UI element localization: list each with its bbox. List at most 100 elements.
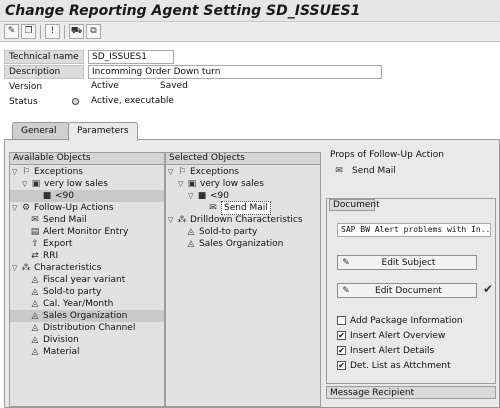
- tab-general[interactable]: General: [12, 122, 70, 140]
- tab-document[interactable]: Document: [329, 199, 380, 211]
- tree-node[interactable]: ▽ ⚐ Exceptions: [12, 166, 83, 178]
- tree-node[interactable]: ▽ ▣ very low sales: [178, 178, 264, 190]
- subject-field[interactable]: SAP BW Alert problems with In...: [337, 223, 491, 237]
- tree-node[interactable]: ◬ Division: [30, 334, 79, 346]
- tree-node[interactable]: ▤ Alert Monitor Entry: [30, 226, 129, 238]
- collapse-icon[interactable]: ▽: [178, 178, 187, 190]
- application-toolbar: ✎ ❐ ! ⛟ ⧉: [0, 22, 500, 42]
- copy-icon[interactable]: ❐: [21, 24, 36, 39]
- insert-alert-overview-checkbox[interactable]: ✔ Insert Alert Overview: [337, 330, 445, 341]
- tree-node[interactable]: ▽ ⁂ Drilldown Characteristics: [168, 214, 303, 226]
- tree-node[interactable]: ✉ Send Mail: [208, 201, 271, 215]
- checkbox-label: Det. List as Attchment: [350, 360, 451, 371]
- description-label: Description: [4, 65, 84, 79]
- insert-alert-details-checkbox[interactable]: ✔ Insert Alert Details: [337, 345, 434, 356]
- technical-name-field[interactable]: SD_ISSUES1: [88, 50, 174, 64]
- window-title: Change Reporting Agent Setting SD_ISSUES…: [0, 0, 500, 22]
- characteristic-icon: ◬: [31, 323, 39, 333]
- edit-document-label: Edit Document: [375, 285, 442, 296]
- send-mail-icon: ✉: [335, 166, 343, 176]
- characteristic-icon: ◬: [31, 311, 39, 321]
- edit-document-button[interactable]: ✎ Edit Document: [337, 283, 477, 298]
- checkbox-box[interactable]: [337, 316, 346, 325]
- characteristic-icon: ◬: [187, 227, 195, 237]
- props-action: ✉ Send Mail: [334, 166, 396, 176]
- tree-node-label: Sales Organization: [199, 239, 284, 249]
- collapse-icon[interactable]: ▽: [12, 262, 21, 274]
- checkbox-label: Insert Alert Overview: [350, 330, 446, 341]
- tree-node[interactable]: ⇪ Export: [30, 238, 72, 250]
- tree-node[interactable]: ⇄ RRI: [30, 250, 58, 262]
- collapse-icon[interactable]: ▽: [12, 166, 21, 178]
- tree-node-label: Export: [43, 239, 73, 249]
- collapse-icon[interactable]: ▽: [22, 178, 31, 190]
- version-value: Active: [91, 81, 119, 91]
- checkbox-box[interactable]: ✔: [337, 361, 346, 370]
- checkbox-box[interactable]: ✔: [337, 331, 346, 340]
- tree-node-label: Exceptions: [190, 167, 239, 177]
- add-package-info-checkbox[interactable]: Add Package Information: [337, 315, 463, 326]
- tree-node[interactable]: ◬ Sales Organization: [10, 310, 164, 322]
- props-action-label: Send Mail: [352, 166, 396, 176]
- exception-icon: ▣: [31, 179, 41, 189]
- tree-node[interactable]: ■ <90: [10, 190, 164, 202]
- available-objects-box: Available Objects ▽ ⚐ Exceptions ▽ ▣ ver…: [9, 152, 165, 407]
- tree-node[interactable]: ◬ Sold-to party: [30, 286, 102, 298]
- tree-node[interactable]: ◬ Fiscal year variant: [30, 274, 126, 286]
- tree-node-label: very low sales: [44, 179, 108, 189]
- transport-icon[interactable]: ⛟: [69, 24, 84, 39]
- det-list-attachment-checkbox[interactable]: ✔ Det. List as Attchment: [337, 360, 451, 371]
- document-box: Document SAP BW Alert problems with In..…: [326, 198, 496, 384]
- activate-icon[interactable]: !: [45, 24, 60, 39]
- followup-actions-icon: ⚙: [21, 203, 31, 213]
- edit-subject-button[interactable]: ✎ Edit Subject: [337, 255, 477, 270]
- checkbox-box[interactable]: ✔: [337, 346, 346, 355]
- characteristic-icon: ◬: [31, 275, 39, 285]
- rri-icon: ⇄: [31, 251, 39, 261]
- where-used-icon[interactable]: ⧉: [86, 24, 101, 39]
- tree-node[interactable]: ◬ Material: [30, 346, 80, 358]
- tree-node-label: Distribution Channel: [43, 323, 136, 333]
- tree-node-label: Material: [43, 347, 80, 357]
- tree-node-label: Follow-Up Actions: [34, 203, 114, 213]
- tree-node-label: Sales Organization: [43, 311, 128, 321]
- tab-parameters[interactable]: Parameters: [68, 122, 138, 141]
- props-title: Props of Follow-Up Action: [330, 150, 444, 160]
- tree-node[interactable]: ▽ ▣ very low sales: [22, 178, 108, 190]
- collapse-icon[interactable]: ▽: [12, 202, 21, 214]
- tree-node[interactable]: ▽ ⚐ Exceptions: [168, 166, 239, 178]
- tree-node[interactable]: ▽ ⁂ Characteristics: [12, 262, 101, 274]
- tab-message-recipient[interactable]: Message Recipient: [326, 386, 496, 399]
- selected-objects-box: Selected Objects ▽ ⚐ Exceptions ▽ ▣ very…: [165, 152, 321, 407]
- collapse-icon[interactable]: ▽: [188, 190, 197, 202]
- status-dot-icon: [72, 98, 79, 105]
- display-change-icon[interactable]: ✎: [4, 24, 19, 39]
- characteristic-icon: ◬: [31, 347, 39, 357]
- tree-node-label: Division: [43, 335, 79, 345]
- tree-node[interactable]: ◬ Distribution Channel: [30, 322, 136, 334]
- threshold-icon: ■: [42, 191, 52, 201]
- status-row: Status Active, executable: [0, 95, 500, 109]
- characteristic-icon: ◬: [31, 287, 39, 297]
- tree-node[interactable]: ◬ Sales Organization: [186, 238, 284, 250]
- tree-node[interactable]: ✉ Send Mail: [30, 214, 87, 226]
- tree-node[interactable]: ▽ ⚙ Follow-Up Actions: [12, 202, 114, 214]
- drilldown-icon: ⁂: [177, 215, 187, 225]
- version-label: Version: [9, 82, 43, 92]
- edit-subject-label: Edit Subject: [381, 257, 436, 268]
- checkbox-label: Add Package Information: [350, 315, 463, 326]
- exceptions-icon: ⚐: [21, 167, 31, 177]
- collapse-icon[interactable]: ▽: [168, 166, 177, 178]
- tree-node[interactable]: ◬ Cal. Year/Month: [30, 298, 114, 310]
- tree-node-label: Alert Monitor Entry: [43, 227, 129, 237]
- alert-monitor-icon: ▤: [30, 227, 40, 237]
- selected-objects-title: Selected Objects: [166, 153, 320, 165]
- tree-node-label: Drilldown Characteristics: [190, 215, 303, 225]
- collapse-icon[interactable]: ▽: [168, 214, 177, 226]
- tree-node-label: Sold-to party: [43, 287, 102, 297]
- toolbar-separator: [40, 25, 41, 39]
- tree-node[interactable]: ◬ Sold-to party: [186, 226, 258, 238]
- description-field[interactable]: Incomming Order Down turn: [88, 65, 382, 79]
- characteristics-icon: ⁂: [21, 263, 31, 273]
- tree-node-label: Exceptions: [34, 167, 83, 177]
